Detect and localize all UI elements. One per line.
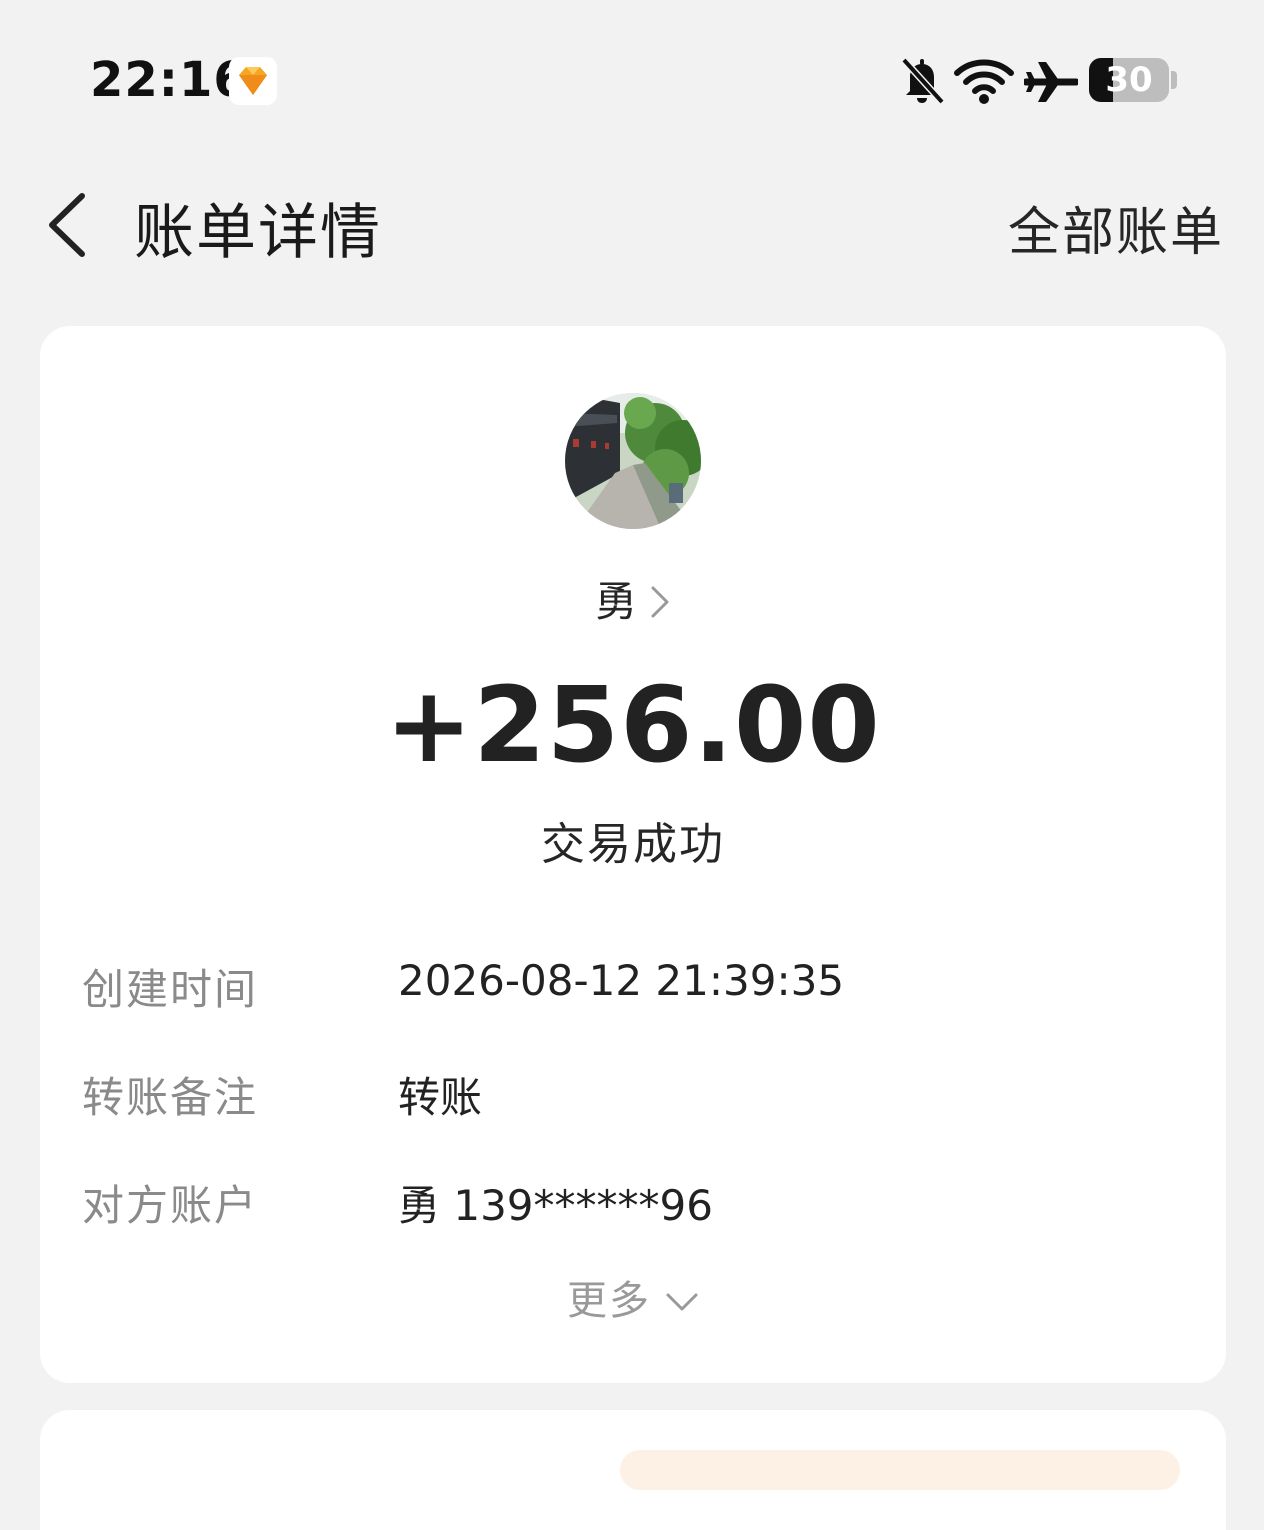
status-time: 22:16 xyxy=(90,52,248,108)
detail-value: 转账 xyxy=(398,1073,483,1122)
airplane-mode-icon xyxy=(1024,62,1078,102)
transaction-amount: +256.00 xyxy=(385,664,881,786)
secondary-card xyxy=(40,1410,1226,1530)
mute-icon xyxy=(901,57,945,105)
more-button[interactable]: 更多 xyxy=(40,1268,1226,1326)
avatar-photo xyxy=(565,393,701,529)
status-bar: 22:16 30 xyxy=(0,0,1264,160)
detail-row-created-time: 创建时间 2026-08-12 21:39:35 xyxy=(82,956,1182,1016)
all-bills-link[interactable]: 全部账单 xyxy=(1008,190,1224,265)
app-notification-icon xyxy=(229,57,277,105)
battery-cap xyxy=(1171,71,1177,89)
detail-label: 对方账户 xyxy=(82,1181,259,1230)
detail-row-counterparty-account: 对方账户 勇 139******96 xyxy=(82,1172,1182,1232)
wifi-icon xyxy=(954,59,1014,104)
detail-value: 2026-08-12 21:39:35 xyxy=(398,956,845,1005)
secondary-card-banner xyxy=(620,1450,1180,1490)
chevron-down-icon xyxy=(666,1293,698,1311)
page-title: 账单详情 xyxy=(134,198,382,268)
detail-value: 勇 139******96 xyxy=(398,1181,713,1230)
bill-detail-card: 勇 +256.00 交易成功 创建时间 2026-08-12 21:39:35 … xyxy=(40,326,1226,1383)
more-label: 更多 xyxy=(567,1278,651,1324)
detail-label: 创建时间 xyxy=(82,965,259,1014)
counterparty-name: 勇 xyxy=(594,577,637,626)
detail-label: 转账备注 xyxy=(82,1073,259,1122)
avatar[interactable] xyxy=(565,393,701,529)
battery-level-text: 30 xyxy=(1105,60,1153,100)
chevron-left-icon xyxy=(49,193,85,257)
counterparty-name-link[interactable]: 勇 xyxy=(40,568,1226,629)
back-button[interactable] xyxy=(38,188,98,258)
battery-icon: 30 xyxy=(1089,58,1169,102)
detail-row-transfer-note: 转账备注 转账 xyxy=(82,1064,1182,1124)
chevron-right-icon xyxy=(651,586,669,617)
transaction-status: 交易成功 xyxy=(541,819,725,870)
